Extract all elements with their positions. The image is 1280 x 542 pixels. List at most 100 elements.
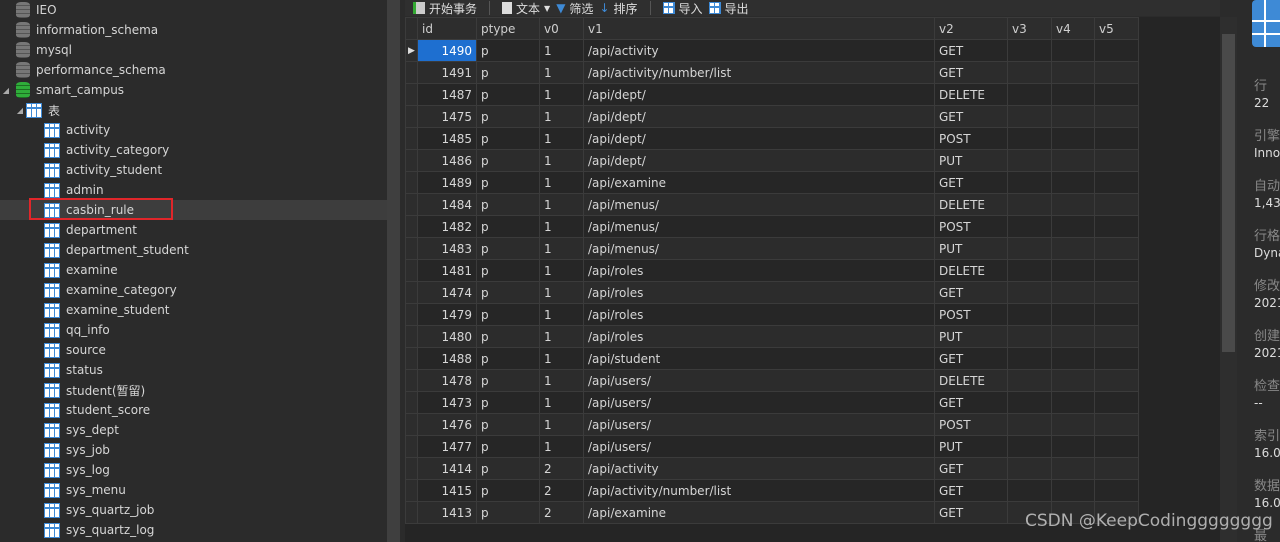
tree-table-department_student[interactable]: department_student: [0, 240, 387, 260]
cell-v2[interactable]: GET: [934, 391, 1008, 414]
tree-table-sys_log[interactable]: sys_log: [0, 460, 387, 480]
row-marker[interactable]: [405, 303, 418, 326]
column-header-v1[interactable]: v1: [583, 17, 935, 40]
row-marker[interactable]: [405, 435, 418, 458]
cell-v5[interactable]: [1094, 413, 1139, 436]
cell-ptype[interactable]: p: [476, 61, 540, 84]
cell-v0[interactable]: 1: [539, 237, 584, 260]
table-row[interactable]: 1483 p 1/api/menus/PUT: [405, 237, 1139, 260]
cell-id[interactable]: 1486: [417, 149, 477, 172]
cell-v4[interactable]: [1051, 303, 1095, 326]
cell-v3[interactable]: [1007, 193, 1052, 216]
cell-v0[interactable]: 1: [539, 303, 584, 326]
cell-ptype[interactable]: p: [476, 193, 540, 216]
cell-v1[interactable]: /api/menus/: [583, 193, 935, 216]
cell-id[interactable]: 1414: [417, 457, 477, 480]
cell-v5[interactable]: [1094, 61, 1139, 84]
table-row[interactable]: ▶ 1490 p 1/api/activity GET: [405, 39, 1139, 62]
cell-v3[interactable]: [1007, 391, 1052, 414]
cell-v3[interactable]: [1007, 39, 1052, 62]
row-marker[interactable]: [405, 105, 418, 128]
cell-v4[interactable]: [1051, 149, 1095, 172]
cell-id[interactable]: 1478: [417, 369, 477, 392]
table-row[interactable]: 1474 p 1/api/roles GET: [405, 281, 1139, 304]
column-header-ptype[interactable]: ptype: [476, 17, 540, 40]
row-marker[interactable]: [405, 281, 418, 304]
cell-v3[interactable]: [1007, 171, 1052, 194]
cell-v4[interactable]: [1051, 193, 1095, 216]
cell-ptype[interactable]: p: [476, 259, 540, 282]
cell-v0[interactable]: 2: [539, 501, 584, 524]
table-row[interactable]: 1414 p 2/api/activity GET: [405, 457, 1139, 480]
table-row[interactable]: 1480 p 1/api/roles PUT: [405, 325, 1139, 348]
table-row[interactable]: 1485 p 1/api/dept/POST: [405, 127, 1139, 150]
cell-ptype[interactable]: p: [476, 347, 540, 370]
cell-v1[interactable]: /api/menus/: [583, 237, 935, 260]
row-marker[interactable]: [405, 479, 418, 502]
table-row[interactable]: 1477 p 1/api/users/PUT: [405, 435, 1139, 458]
row-marker[interactable]: [405, 457, 418, 480]
tree-table-student_score[interactable]: student_score: [0, 400, 387, 420]
cell-v5[interactable]: [1094, 435, 1139, 458]
cell-v4[interactable]: [1051, 39, 1095, 62]
cell-v2[interactable]: DELETE: [934, 369, 1008, 392]
cell-v3[interactable]: [1007, 259, 1052, 282]
cell-v0[interactable]: 1: [539, 391, 584, 414]
cell-v1[interactable]: /api/users/: [583, 391, 935, 414]
tree-table-department[interactable]: department: [0, 220, 387, 240]
filter-button[interactable]: ▼ 筛选: [556, 0, 593, 17]
column-header-v4[interactable]: v4: [1051, 17, 1095, 40]
cell-v1[interactable]: /api/activity: [583, 39, 935, 62]
cell-v2[interactable]: GET: [934, 501, 1008, 524]
grid-vertical-scrollbar[interactable]: [1220, 17, 1237, 542]
cell-v0[interactable]: 1: [539, 61, 584, 84]
tree-table-sys_quartz_log[interactable]: sys_quartz_log: [0, 520, 387, 540]
table-row[interactable]: 1482 p 1/api/menus/POST: [405, 215, 1139, 238]
cell-v0[interactable]: 2: [539, 479, 584, 502]
cell-v3[interactable]: [1007, 281, 1052, 304]
cell-id[interactable]: 1480: [417, 325, 477, 348]
cell-v1[interactable]: /api/roles: [583, 281, 935, 304]
cell-v0[interactable]: 1: [539, 259, 584, 282]
cell-ptype[interactable]: p: [476, 171, 540, 194]
row-marker[interactable]: [405, 501, 418, 524]
row-marker[interactable]: [405, 259, 418, 282]
tree-table-sys_dept[interactable]: sys_dept: [0, 420, 387, 440]
tree-table-source[interactable]: source: [0, 340, 387, 360]
cell-v2[interactable]: GET: [934, 61, 1008, 84]
cell-v5[interactable]: [1094, 479, 1139, 502]
import-button[interactable]: 导入: [662, 0, 703, 17]
cell-v3[interactable]: [1007, 83, 1052, 106]
cell-id[interactable]: 1488: [417, 347, 477, 370]
cell-ptype[interactable]: p: [476, 215, 540, 238]
cell-id[interactable]: 1487: [417, 83, 477, 106]
table-row[interactable]: 1479 p 1/api/roles POST: [405, 303, 1139, 326]
tree-table-examine_category[interactable]: examine_category: [0, 280, 387, 300]
cell-v4[interactable]: [1051, 479, 1095, 502]
table-row[interactable]: 1491 p 1/api/activity/number/list GET: [405, 61, 1139, 84]
cell-v2[interactable]: POST: [934, 413, 1008, 436]
cell-v4[interactable]: [1051, 171, 1095, 194]
cell-v5[interactable]: [1094, 215, 1139, 238]
cell-v1[interactable]: /api/examine: [583, 501, 935, 524]
cell-v5[interactable]: [1094, 325, 1139, 348]
table-row[interactable]: 1484 p 1/api/menus/DELETE: [405, 193, 1139, 216]
table-row[interactable]: 1481 p 1/api/roles DELETE: [405, 259, 1139, 282]
cell-ptype[interactable]: p: [476, 479, 540, 502]
cell-v2[interactable]: GET: [934, 281, 1008, 304]
cell-v0[interactable]: 1: [539, 325, 584, 348]
cell-id[interactable]: 1474: [417, 281, 477, 304]
tree-database-smart_campus[interactable]: ◢ smart_campus: [0, 80, 387, 100]
cell-id[interactable]: 1477: [417, 435, 477, 458]
row-marker[interactable]: [405, 127, 418, 150]
cell-v3[interactable]: [1007, 325, 1052, 348]
cell-v5[interactable]: [1094, 369, 1139, 392]
cell-v3[interactable]: [1007, 303, 1052, 326]
column-header-id[interactable]: id: [417, 17, 477, 40]
sort-button[interactable]: ↓ 排序: [599, 0, 637, 17]
cell-id[interactable]: 1482: [417, 215, 477, 238]
cell-v1[interactable]: /api/activity: [583, 457, 935, 480]
cell-v4[interactable]: [1051, 61, 1095, 84]
tree-database-information_schema[interactable]: information_schema: [0, 20, 387, 40]
cell-ptype[interactable]: p: [476, 149, 540, 172]
